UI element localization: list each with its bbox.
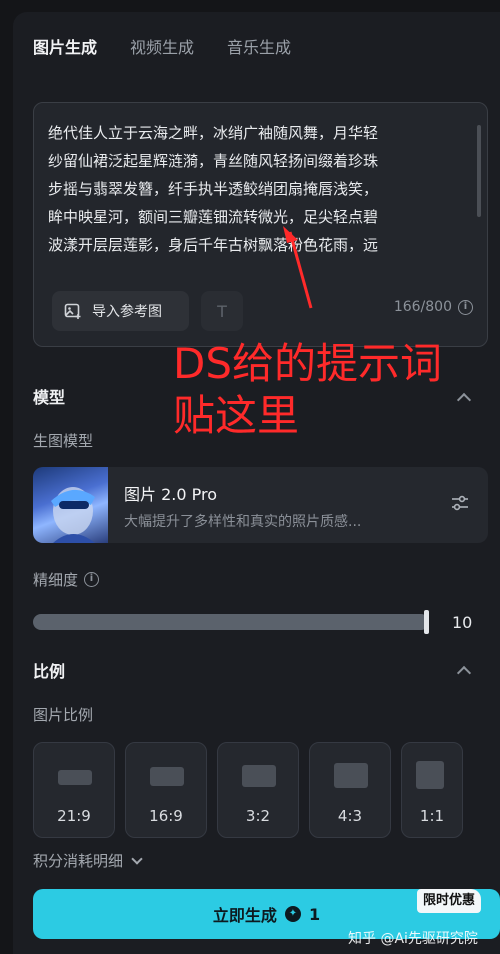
generation-panel: 图片生成 视频生成 音乐生成 绝代佳人立于云海之畔，冰绡广袖随风舞，月华轻 纱留… [13, 12, 500, 954]
tab-bar: 图片生成 视频生成 音乐生成 [33, 36, 324, 60]
ratio-options: 21:9 16:9 3:2 4:3 1:1 [33, 742, 463, 838]
annotation-line-1: DS给的提示词 [173, 339, 443, 388]
sliders-icon[interactable] [450, 493, 470, 513]
ratio-option-3-2[interactable]: 3:2 [217, 742, 299, 838]
model-thumbnail [33, 467, 108, 543]
model-section-title: 模型 [33, 388, 66, 407]
import-reference-button[interactable]: 导入参考图 [52, 291, 189, 331]
prompt-line: 步摇与翡翠发簪，纤手执半透鲛绡团扇掩唇浅笑， [48, 180, 379, 198]
ratio-label: 21:9 [57, 807, 91, 825]
ratio-label: 16:9 [149, 807, 183, 825]
text-format-button[interactable]: T [201, 291, 243, 331]
annotation-text: DS给的提示词 贴这里 [173, 338, 442, 442]
import-reference-label: 导入参考图 [92, 304, 162, 320]
model-description: 大幅提升了多样性和真实的照片质感... [124, 514, 362, 530]
chevron-down-icon [131, 852, 143, 865]
prompt-line: 眸中映星河，额间三瓣莲钿流转微光，足尖轻点碧 [48, 208, 379, 226]
ratio-option-21-9[interactable]: 21:9 [33, 742, 115, 838]
chevron-up-icon[interactable] [456, 392, 472, 408]
char-count: 166/800 [393, 299, 452, 315]
prompt-input[interactable]: 绝代佳人立于云海之畔，冰绡广袖随风舞，月华轻 纱留仙裙泛起星辉涟漪，青丝随风轻扬… [33, 102, 488, 347]
info-icon[interactable]: i [458, 299, 473, 315]
model-card[interactable]: 图片 2.0 Pro 大幅提升了多样性和真实的照片质感... [33, 467, 488, 543]
model-name: 图片 2.0 Pro [124, 485, 218, 504]
char-counter: 166/800 i [394, 299, 473, 315]
prompt-line: 绝代佳人立于云海之畔，冰绡广袖随风舞，月华轻 [48, 124, 379, 142]
points-detail-label: 积分消耗明细 [33, 852, 124, 870]
annotation-line-2: 贴这里 [173, 391, 300, 440]
ratio-shape [334, 763, 368, 788]
ratio-option-16-9[interactable]: 16:9 [125, 742, 207, 838]
image-add-icon [64, 303, 81, 319]
prompt-line: 纱留仙裙泛起星辉涟漪，青丝随风轻扬间缀着珍珠 [48, 152, 379, 170]
prompt-text[interactable]: 绝代佳人立于云海之畔，冰绡广袖随风舞，月华轻 纱留仙裙泛起星辉涟漪，青丝随风轻扬… [48, 119, 468, 269]
generate-label: 立即生成 [212, 906, 277, 925]
ratio-label: 3:2 [245, 807, 271, 825]
prompt-scrollbar[interactable] [477, 125, 481, 217]
tab-music[interactable]: 音乐生成 [227, 36, 291, 60]
ratio-section-title: 比例 [33, 662, 66, 681]
detail-label-row: 精细度 i [33, 569, 100, 590]
ratio-option-4-3[interactable]: 4:3 [309, 742, 391, 838]
coin-icon: ✦ [284, 906, 301, 922]
ratio-sub-label: 图片比例 [33, 706, 94, 724]
watermark: 知乎 @Ai先驱研究院 [348, 931, 478, 947]
detail-value: 10 [452, 613, 473, 632]
ratio-label: 4:3 [337, 807, 363, 825]
ratio-shape [416, 761, 444, 789]
promo-badge: 限时优惠 [417, 889, 482, 913]
generate-cost: 1 [308, 904, 321, 924]
text-format-icon: T [217, 301, 227, 321]
chevron-up-icon[interactable] [456, 665, 472, 681]
ratio-option-1-1[interactable]: 1:1 [401, 742, 463, 838]
detail-slider[interactable] [33, 614, 429, 630]
tab-image[interactable]: 图片生成 [33, 36, 97, 60]
ratio-shape [150, 767, 184, 786]
detail-slider-handle[interactable] [424, 610, 429, 634]
ratio-shape [242, 765, 276, 787]
points-detail-toggle[interactable]: 积分消耗明细 [33, 850, 143, 871]
tab-video[interactable]: 视频生成 [130, 36, 194, 60]
info-icon[interactable]: i [84, 572, 100, 587]
ratio-shape [58, 770, 92, 785]
prompt-line: 波漾开层层莲影，身后千年古树飘落粉色花雨，远 [48, 236, 379, 254]
detail-label: 精细度 [33, 571, 79, 589]
ratio-label: 1:1 [419, 807, 445, 825]
model-sub-label: 生图模型 [33, 432, 94, 450]
